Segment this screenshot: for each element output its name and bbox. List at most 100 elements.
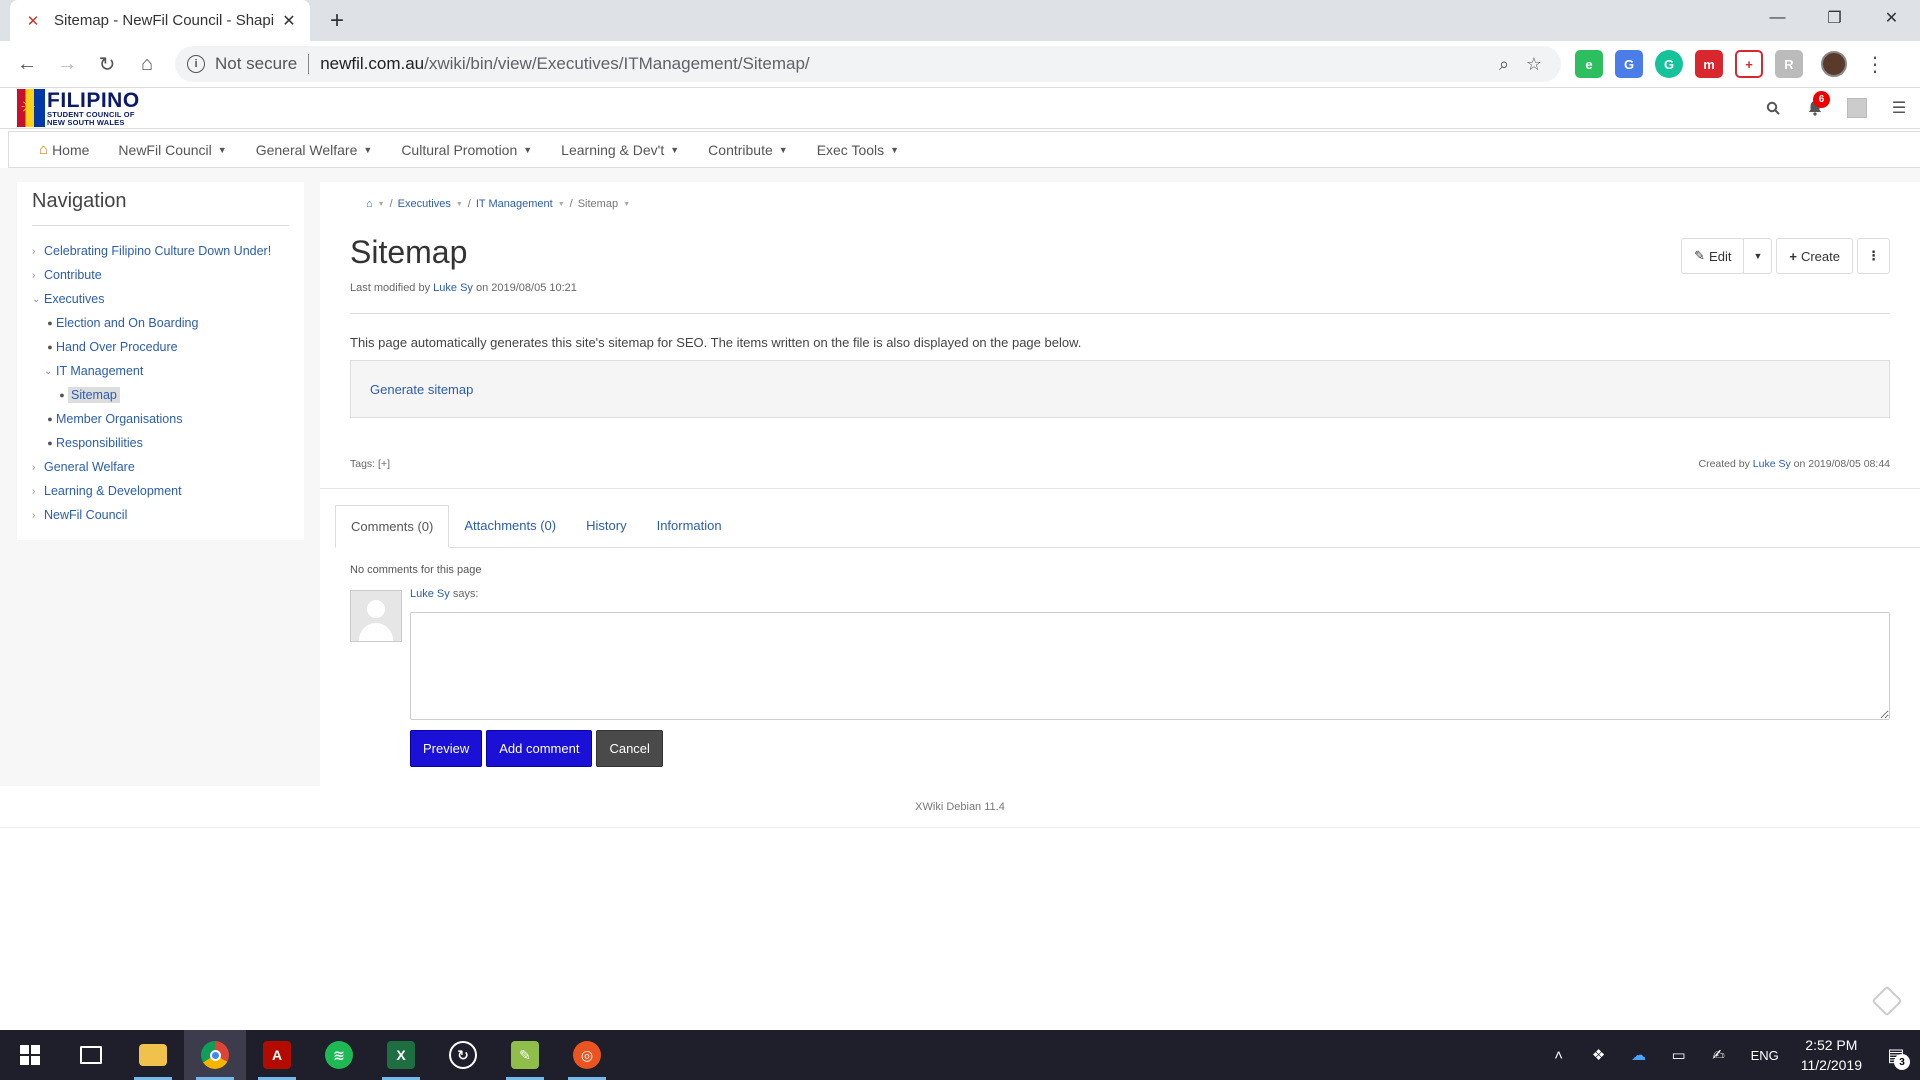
created-user-link[interactable]: Luke Sy xyxy=(1753,458,1791,470)
dropbox-icon[interactable]: ❖ xyxy=(1579,1030,1619,1080)
generate-sitemap-link[interactable]: Generate sitemap xyxy=(370,382,473,397)
bookmark-star-icon[interactable]: ☆ xyxy=(1519,49,1549,79)
address-url[interactable]: newfil.com.au/xwiki/bin/view/Executives/… xyxy=(320,54,1489,74)
show-hidden-icons-icon[interactable]: ˄ xyxy=(1539,1030,1579,1080)
edit-button[interactable]: ✎ Edit xyxy=(1681,238,1745,274)
add-tag-link[interactable]: [+] xyxy=(378,458,390,470)
edit-shortcut-icon[interactable] xyxy=(1871,985,1903,1017)
breadcrumb-home-icon[interactable]: ⌂ xyxy=(366,198,373,210)
tab-information[interactable]: Information xyxy=(642,504,737,547)
nav-link[interactable]: Learning & Development xyxy=(44,484,182,498)
onedrive-icon[interactable]: ☁ xyxy=(1619,1030,1659,1080)
collapse-chevron-icon[interactable]: ⌄ xyxy=(32,294,44,305)
nav-link[interactable]: Executives xyxy=(44,292,104,306)
acrobat-icon[interactable]: A xyxy=(246,1030,308,1080)
edit-dropdown-button[interactable]: ▼ xyxy=(1743,238,1773,274)
pen-icon[interactable]: ✍ xyxy=(1699,1030,1739,1080)
nav-link[interactable]: Contribute xyxy=(44,268,102,282)
drawer-menu-icon[interactable]: ☰ xyxy=(1878,88,1920,128)
nav-link[interactable]: Member Organisations xyxy=(56,412,182,426)
modified-user-link[interactable]: Luke Sy xyxy=(433,282,473,294)
nav-link[interactable]: IT Management xyxy=(56,364,143,378)
comment-author-link[interactable]: Luke Sy xyxy=(410,588,450,600)
preview-button[interactable]: Preview xyxy=(410,730,483,767)
nav-link[interactable]: Responsibilities xyxy=(56,436,143,450)
breadcrumb-it-management[interactable]: IT Management xyxy=(476,198,553,210)
tab-comments[interactable]: Comments (0) xyxy=(335,505,450,548)
nav-link[interactable]: Hand Over Procedure xyxy=(56,340,178,354)
profile-avatar-icon[interactable] xyxy=(1821,51,1847,77)
site-info-icon[interactable]: i xyxy=(187,55,205,73)
cancel-button[interactable]: Cancel xyxy=(596,730,663,767)
battery-icon[interactable]: ▭ xyxy=(1659,1030,1699,1080)
nav-link[interactable]: Celebrating Filipino Culture Down Under! xyxy=(44,244,271,258)
expand-chevron-icon[interactable]: › xyxy=(32,246,44,257)
expand-chevron-icon[interactable]: › xyxy=(32,270,44,281)
evernote-extension-icon[interactable]: e xyxy=(1575,50,1603,78)
menu-contribute[interactable]: Contribute ▼ xyxy=(708,142,788,158)
task-view-icon[interactable] xyxy=(60,1030,122,1080)
sync-app-icon[interactable]: ↻ xyxy=(432,1030,494,1080)
translate-extension-icon[interactable]: G xyxy=(1615,50,1643,78)
grammarly-extension-icon[interactable]: G xyxy=(1655,50,1683,78)
forward-icon[interactable]: → xyxy=(47,44,87,84)
nav-link[interactable]: NewFil Council xyxy=(44,508,127,522)
search-icon[interactable] xyxy=(1752,88,1794,128)
add-comment-button[interactable]: Add comment xyxy=(486,730,593,767)
breadcrumb-executives[interactable]: Executives xyxy=(398,198,451,210)
menu-general-welfare[interactable]: General Welfare ▼ xyxy=(256,142,373,158)
reload-icon[interactable]: ↻ xyxy=(87,44,127,84)
start-button[interactable] xyxy=(0,1030,60,1080)
mega-extension-icon[interactable]: m xyxy=(1695,50,1723,78)
spotify-icon[interactable]: ≋ xyxy=(308,1030,370,1080)
minimize-icon[interactable]: — xyxy=(1749,0,1806,36)
plus-extension-icon[interactable]: + xyxy=(1735,50,1763,78)
nav-link[interactable]: Election and On Boarding xyxy=(56,316,198,330)
create-button[interactable]: + Create xyxy=(1776,238,1853,274)
language-indicator[interactable]: ENG xyxy=(1739,1048,1791,1063)
file-explorer-icon[interactable] xyxy=(122,1030,184,1080)
clock[interactable]: 2:52 PM 11/2/2019 xyxy=(1791,1035,1872,1075)
close-window-icon[interactable]: ✕ xyxy=(1863,0,1920,36)
nav-link[interactable]: General Welfare xyxy=(44,460,135,474)
action-center-icon[interactable]: ▤ 3 xyxy=(1872,1030,1920,1080)
menu-newfil-council[interactable]: NewFil Council ▼ xyxy=(118,142,226,158)
restore-icon[interactable]: ❐ xyxy=(1806,0,1863,36)
caret-down-icon: ▼ xyxy=(1753,251,1763,261)
caret-down-icon[interactable]: ▼ xyxy=(378,201,385,208)
menu-home[interactable]: ⌂ Home xyxy=(39,141,89,158)
home-page-icon[interactable]: ⌂ xyxy=(127,44,167,84)
menu-exec-tools[interactable]: Exec Tools ▼ xyxy=(817,142,899,158)
tab-history[interactable]: History xyxy=(571,504,641,547)
tab-attachments[interactable]: Attachments (0) xyxy=(449,504,571,547)
browser-toolbar: ← → ↻ ⌂ i Not secure newfil.com.au/xwiki… xyxy=(0,41,1920,88)
menu-cultural-promotion[interactable]: Cultural Promotion ▼ xyxy=(401,142,532,158)
tab-close-icon[interactable]: ✕ xyxy=(280,12,298,30)
notifications-bell-icon[interactable]: 6 xyxy=(1794,88,1836,128)
menu-learning-dev[interactable]: Learning & Dev't ▼ xyxy=(561,142,679,158)
comment-textarea[interactable] xyxy=(410,612,1890,720)
browser-tab[interactable]: ✕ Sitemap - NewFil Council - Shapi ✕ xyxy=(10,0,310,41)
excel-icon[interactable]: X xyxy=(370,1030,432,1080)
expand-chevron-icon[interactable]: › xyxy=(32,510,44,521)
caret-down-icon[interactable]: ▼ xyxy=(456,201,463,208)
more-actions-button[interactable]: ⋮ xyxy=(1857,238,1890,274)
ubuntu-icon[interactable]: ◎ xyxy=(556,1030,618,1080)
user-avatar-icon[interactable] xyxy=(1836,88,1878,128)
generic-extension-icon[interactable]: R xyxy=(1775,50,1803,78)
notepad-icon[interactable]: ✎ xyxy=(494,1030,556,1080)
zoom-icon[interactable]: ⌕ xyxy=(1489,49,1519,79)
collapse-chevron-icon[interactable]: ⌄ xyxy=(44,366,56,377)
caret-down-icon[interactable]: ▼ xyxy=(558,201,565,208)
new-tab-icon[interactable]: + xyxy=(324,7,350,34)
back-icon[interactable]: ← xyxy=(7,44,47,84)
browser-menu-icon[interactable]: ⋮ xyxy=(1865,52,1885,77)
expand-chevron-icon[interactable]: › xyxy=(32,486,44,497)
omnibox[interactable]: i Not secure newfil.com.au/xwiki/bin/vie… xyxy=(175,46,1561,82)
tags-label: Tags: xyxy=(350,458,376,470)
chrome-icon[interactable] xyxy=(184,1030,246,1080)
caret-down-icon[interactable]: ▼ xyxy=(623,201,630,208)
nav-link-current[interactable]: Sitemap xyxy=(68,387,120,403)
expand-chevron-icon[interactable]: › xyxy=(32,462,44,473)
site-logo[interactable]: FILIPINO STUDENT COUNCIL OF NEW SOUTH WA… xyxy=(17,88,142,128)
